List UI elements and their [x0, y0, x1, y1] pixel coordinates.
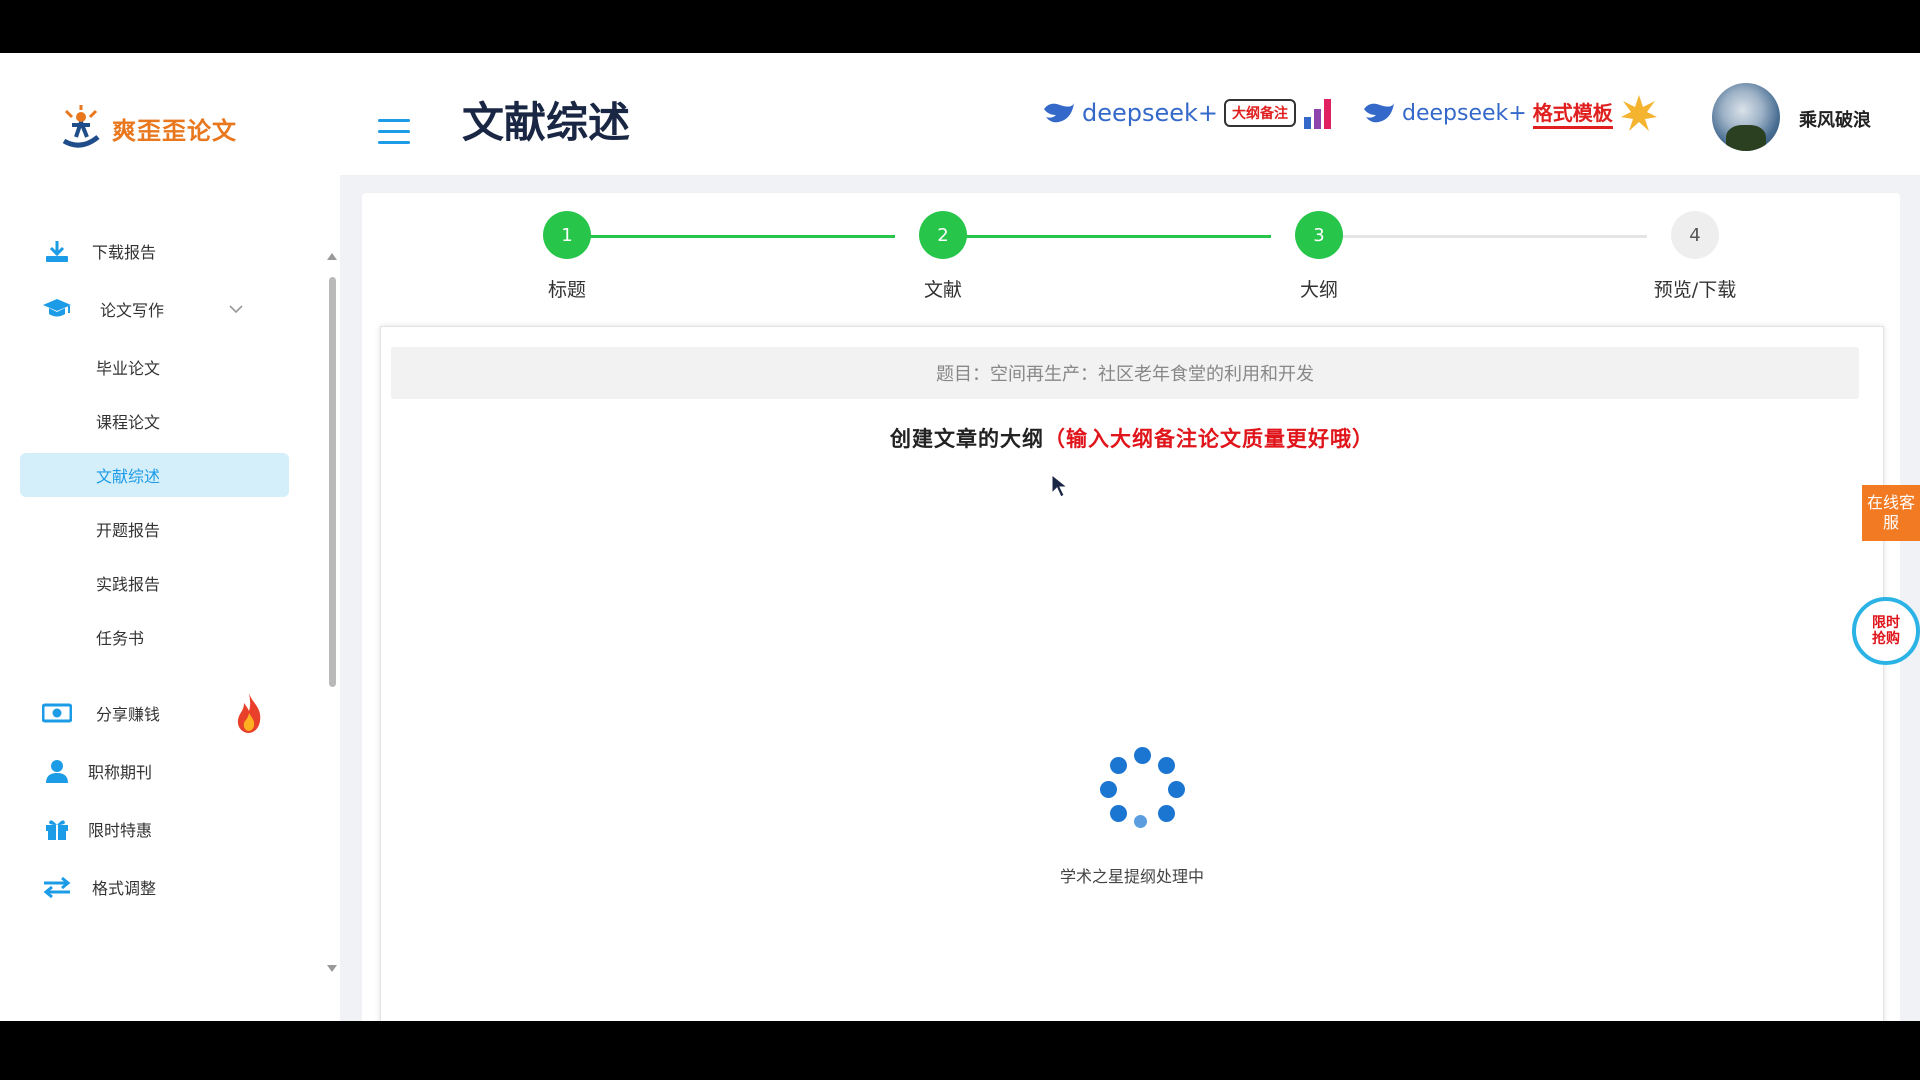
- page-title: 文献综述: [462, 98, 631, 147]
- sidebar-item-label: 开题报告: [96, 521, 161, 540]
- flash-sale-button[interactable]: 限时 抢购: [1852, 597, 1920, 665]
- sidebar-item-thesis-writing[interactable]: 论文写作: [0, 287, 300, 331]
- step-connector: [1319, 235, 1647, 238]
- top-header: 文献综述 deepseek+ 大纲备注 deepseek+ 格式模板 乘风破浪: [340, 53, 1920, 175]
- sidebar: 爽歪歪论文 下载报告 论文写作 毕业论文 课程论文 文献综述 开题报告 实践报告…: [0, 53, 340, 1021]
- step-connector: [943, 235, 1271, 238]
- graduation-cap-icon: [42, 295, 72, 323]
- hamburger-menu-icon[interactable]: [378, 119, 410, 145]
- video-watermark: lexopen bilibili: [30, 54, 366, 100]
- main-card: 1 标题 2 文献 3 大纲 4 预览/下载 题目：空间再生产：社区老年食堂的利…: [362, 193, 1900, 1021]
- avatar[interactable]: [1712, 83, 1780, 151]
- step-2-circle[interactable]: 2: [919, 211, 967, 259]
- starburst-icon: [1620, 95, 1657, 131]
- sidebar-item-label: 格式调整: [92, 879, 157, 898]
- promo-badge: 大纲备注: [1224, 99, 1297, 127]
- money-icon: [42, 699, 72, 727]
- sidebar-item-label: 课程论文: [96, 413, 161, 432]
- promo-badge: 格式模板: [1532, 97, 1613, 129]
- bar-chart-icon: [1304, 99, 1332, 129]
- sidebar-item-label: 论文写作: [100, 301, 165, 320]
- sidebar-item-label: 任务书: [96, 629, 145, 648]
- sidebar-item-download-report[interactable]: 下载报告: [0, 229, 300, 273]
- scroll-down-arrow-icon[interactable]: [327, 965, 337, 972]
- user-icon: [42, 757, 72, 785]
- outline-hint: （输入大纲备注论文质量更好哦）: [1044, 427, 1374, 451]
- scroll-up-arrow-icon[interactable]: [327, 253, 337, 260]
- promo-brand: deepseek+: [1402, 100, 1527, 126]
- online-service-button[interactable]: 在线客服: [1862, 485, 1920, 541]
- sidebar-item-literature-review[interactable]: 文献综述: [20, 453, 289, 497]
- loading-text: 学术之星提纲处理中: [1059, 867, 1204, 886]
- swap-arrows-icon: [42, 873, 72, 901]
- sidebar-item-label: 实践报告: [96, 575, 161, 594]
- sidebar-item-title-journal[interactable]: 职称期刊: [0, 749, 300, 793]
- logo-icon: [62, 105, 100, 148]
- sidebar-item-practice-report[interactable]: 实践报告: [20, 561, 289, 605]
- outline-heading: 创建文章的大纲（输入大纲备注论文质量更好哦）: [381, 423, 1883, 453]
- topic-bar: 题目：空间再生产：社区老年食堂的利用和开发: [391, 347, 1859, 399]
- outline-panel: 题目：空间再生产：社区老年食堂的利用和开发 创建文章的大纲（输入大纲备注论文质量…: [380, 326, 1884, 1021]
- gift-icon: [42, 815, 72, 843]
- download-icon: [42, 237, 72, 265]
- deepseek-template-promo[interactable]: deepseek+ 格式模板: [1362, 93, 1659, 133]
- app-window: 爽歪歪论文 下载报告 论文写作 毕业论文 课程论文 文献综述 开题报告 实践报告…: [0, 53, 1920, 1021]
- sidebar-item-format-adjust[interactable]: 格式调整: [0, 865, 300, 909]
- flash-sale-line1: 限时: [1872, 615, 1900, 631]
- step-connector: [567, 235, 895, 238]
- mouse-cursor-icon: [1051, 473, 1069, 498]
- scrollbar-thumb[interactable]: [329, 277, 336, 687]
- sidebar-item-label: 分享赚钱: [96, 705, 161, 724]
- sidebar-item-label: 毕业论文: [96, 359, 161, 378]
- sidebar-item-proposal-report[interactable]: 开题报告: [20, 507, 289, 551]
- sidebar-item-graduation-thesis[interactable]: 毕业论文: [20, 345, 289, 389]
- step-3-label: 大纲: [1299, 279, 1338, 301]
- deepseek-whale-icon: [1044, 103, 1074, 123]
- logo-text: 爽歪歪论文: [112, 116, 237, 145]
- username[interactable]: 乘风破浪: [1799, 106, 1871, 132]
- deepseek-outline-promo[interactable]: deepseek+ 大纲备注: [1042, 93, 1336, 133]
- sidebar-item-label: 文献综述: [96, 467, 161, 486]
- flash-sale-line2: 抢购: [1872, 631, 1900, 647]
- step-2-label: 文献: [923, 279, 962, 301]
- loading-spinner: [1099, 747, 1185, 833]
- promo-brand: deepseek+: [1082, 99, 1219, 127]
- sidebar-scrollbar[interactable]: [327, 253, 337, 973]
- sidebar-item-label: 职称期刊: [88, 763, 153, 782]
- step-1-circle[interactable]: 1: [543, 211, 591, 259]
- logo[interactable]: 爽歪歪论文: [56, 103, 237, 153]
- sidebar-item-label: 下载报告: [92, 243, 157, 262]
- step-4-circle[interactable]: 4: [1671, 211, 1719, 259]
- sidebar-item-task-book[interactable]: 任务书: [20, 615, 289, 659]
- chevron-down-icon: [228, 301, 244, 320]
- deepseek-whale-icon: [1364, 103, 1394, 123]
- step-1-label: 标题: [547, 279, 586, 301]
- sidebar-item-limited-offer[interactable]: 限时特惠: [0, 807, 300, 851]
- fire-icon: [232, 691, 266, 739]
- progress-steps: 1 标题 2 文献 3 大纲 4 预览/下载: [362, 193, 1900, 313]
- outline-heading-text: 创建文章的大纲: [890, 427, 1044, 451]
- step-3-circle[interactable]: 3: [1295, 211, 1343, 259]
- sidebar-item-label: 限时特惠: [88, 821, 153, 840]
- sidebar-item-course-paper[interactable]: 课程论文: [20, 399, 289, 443]
- step-4-label: 预览/下载: [1653, 279, 1737, 301]
- sidebar-item-share-earn[interactable]: 分享赚钱: [0, 691, 300, 735]
